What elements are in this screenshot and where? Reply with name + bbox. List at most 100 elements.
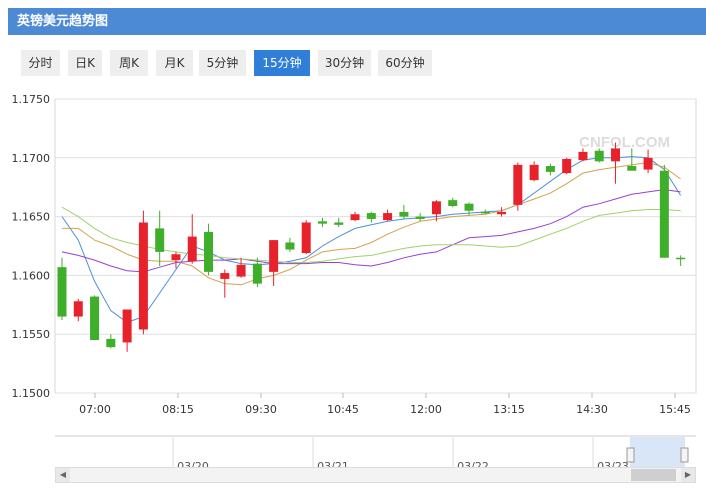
- candle-down: [415, 213, 425, 222]
- candle-body: [236, 264, 246, 277]
- candle-body: [90, 296, 100, 341]
- chart-title: 英镑美元趋势图: [17, 14, 109, 29]
- candle-down: [659, 164, 669, 258]
- candle-up: [138, 210, 148, 335]
- candle-body: [350, 214, 360, 221]
- moving-average-lines: [61, 156, 682, 323]
- scroll-right-arrow[interactable]: ▶: [681, 468, 695, 482]
- candle-body: [578, 151, 588, 161]
- x-tick-label: 09:30: [245, 403, 277, 416]
- candle-body: [269, 240, 279, 272]
- candle-body: [513, 164, 523, 205]
- candle-body: [594, 150, 604, 162]
- y-tick-label: 1.1600: [12, 269, 51, 282]
- candle-up: [611, 142, 621, 184]
- candle-body: [464, 203, 474, 211]
- tab-60min[interactable]: 60分钟: [378, 50, 432, 76]
- candle-down: [448, 197, 458, 208]
- ma-line-3: [61, 189, 681, 273]
- candle-body: [415, 216, 425, 219]
- candle-up: [171, 251, 181, 269]
- candle-body: [187, 236, 197, 262]
- y-tick-label: 1.1550: [12, 328, 51, 341]
- candle-up: [122, 309, 132, 352]
- y-tick-label: 1.1650: [12, 211, 51, 224]
- candle-body: [171, 254, 181, 261]
- navigator-right-handle[interactable]: [680, 447, 689, 463]
- scroll-left-arrow[interactable]: ◀: [56, 468, 70, 482]
- candle-up: [236, 257, 246, 278]
- tab-30min[interactable]: 30分钟: [318, 50, 371, 76]
- candle-down: [155, 210, 165, 266]
- candle-up: [643, 149, 653, 174]
- candle-body: [334, 222, 344, 225]
- candle-body: [220, 273, 230, 279]
- navigator-left-handle[interactable]: [626, 447, 635, 463]
- tab-monthly[interactable]: 月K: [156, 50, 193, 76]
- x-tick-label: 10:45: [327, 403, 359, 416]
- candle-up: [187, 214, 197, 264]
- candle-body: [383, 213, 393, 221]
- candle-body: [285, 242, 295, 250]
- candle-body: [480, 211, 490, 214]
- candle-body: [643, 157, 653, 170]
- candle-body: [562, 158, 572, 174]
- candle-down: [57, 257, 67, 321]
- ma-line-1: [61, 156, 682, 323]
- y-tick-label: 1.1750: [12, 93, 51, 106]
- candle-down: [676, 255, 686, 266]
- y-tick-label: 1.1500: [12, 387, 51, 400]
- candle-body: [448, 200, 458, 207]
- candle-down: [106, 334, 116, 349]
- y-axis: 1.1750 1.1700 1.1650 1.1600 1.1550 1.1500: [12, 93, 51, 400]
- candle-body: [106, 338, 116, 348]
- candle-down: [204, 223, 214, 276]
- candle-body: [204, 231, 214, 272]
- candle-down: [627, 148, 637, 171]
- candlestick-chart: CNFOL.COM 1.1750 1.1700 1.1650 1.1600 1.1550…: [12, 93, 697, 416]
- candle-body: [399, 211, 409, 217]
- candle-up: [513, 162, 523, 211]
- x-tick-label: 13:15: [493, 403, 525, 416]
- candle-body: [57, 267, 67, 317]
- tab-timeshare[interactable]: 分时: [21, 50, 60, 76]
- scroll-thumb[interactable]: [631, 469, 676, 481]
- candle-body: [155, 228, 165, 252]
- candle-body: [317, 221, 327, 224]
- candle-body: [497, 211, 507, 215]
- tab-weekly[interactable]: 周K: [110, 50, 148, 76]
- candle-body: [301, 222, 311, 254]
- candle-body: [545, 166, 555, 172]
- candle-down: [545, 163, 555, 176]
- x-tick-label: 15:45: [659, 403, 691, 416]
- candle-down: [334, 217, 344, 228]
- tab-15min[interactable]: 15分钟: [254, 50, 310, 76]
- candle-body: [627, 166, 637, 171]
- candle-down: [366, 211, 376, 223]
- candle-up: [269, 240, 279, 286]
- candle-body: [138, 222, 148, 330]
- candles: [57, 142, 686, 352]
- candle-up: [73, 298, 83, 322]
- candle-up: [350, 211, 360, 222]
- candle-body: [431, 201, 441, 215]
- tab-daily[interactable]: 日K: [68, 50, 102, 76]
- candle-body: [659, 170, 669, 258]
- x-tick-label: 14:30: [576, 403, 608, 416]
- candle-up: [497, 207, 507, 217]
- candle-body: [611, 148, 621, 162]
- candle-down: [285, 237, 295, 252]
- tab-5min[interactable]: 5分钟: [199, 50, 246, 76]
- candle-body: [676, 257, 686, 260]
- scrollbar[interactable]: ◀ ▶: [55, 467, 696, 483]
- candle-body: [366, 213, 376, 219]
- watermark: CNFOL.COM: [579, 134, 670, 151]
- candle-body: [122, 309, 132, 343]
- candle-body: [73, 301, 83, 317]
- candle-down: [317, 217, 327, 228]
- x-tick-label: 12:00: [410, 403, 442, 416]
- x-tick-label: 07:00: [79, 403, 111, 416]
- candle-up: [383, 209, 393, 222]
- y-tick-label: 1.1700: [12, 152, 51, 165]
- chart-header: 英镑美元趋势图: [8, 8, 706, 35]
